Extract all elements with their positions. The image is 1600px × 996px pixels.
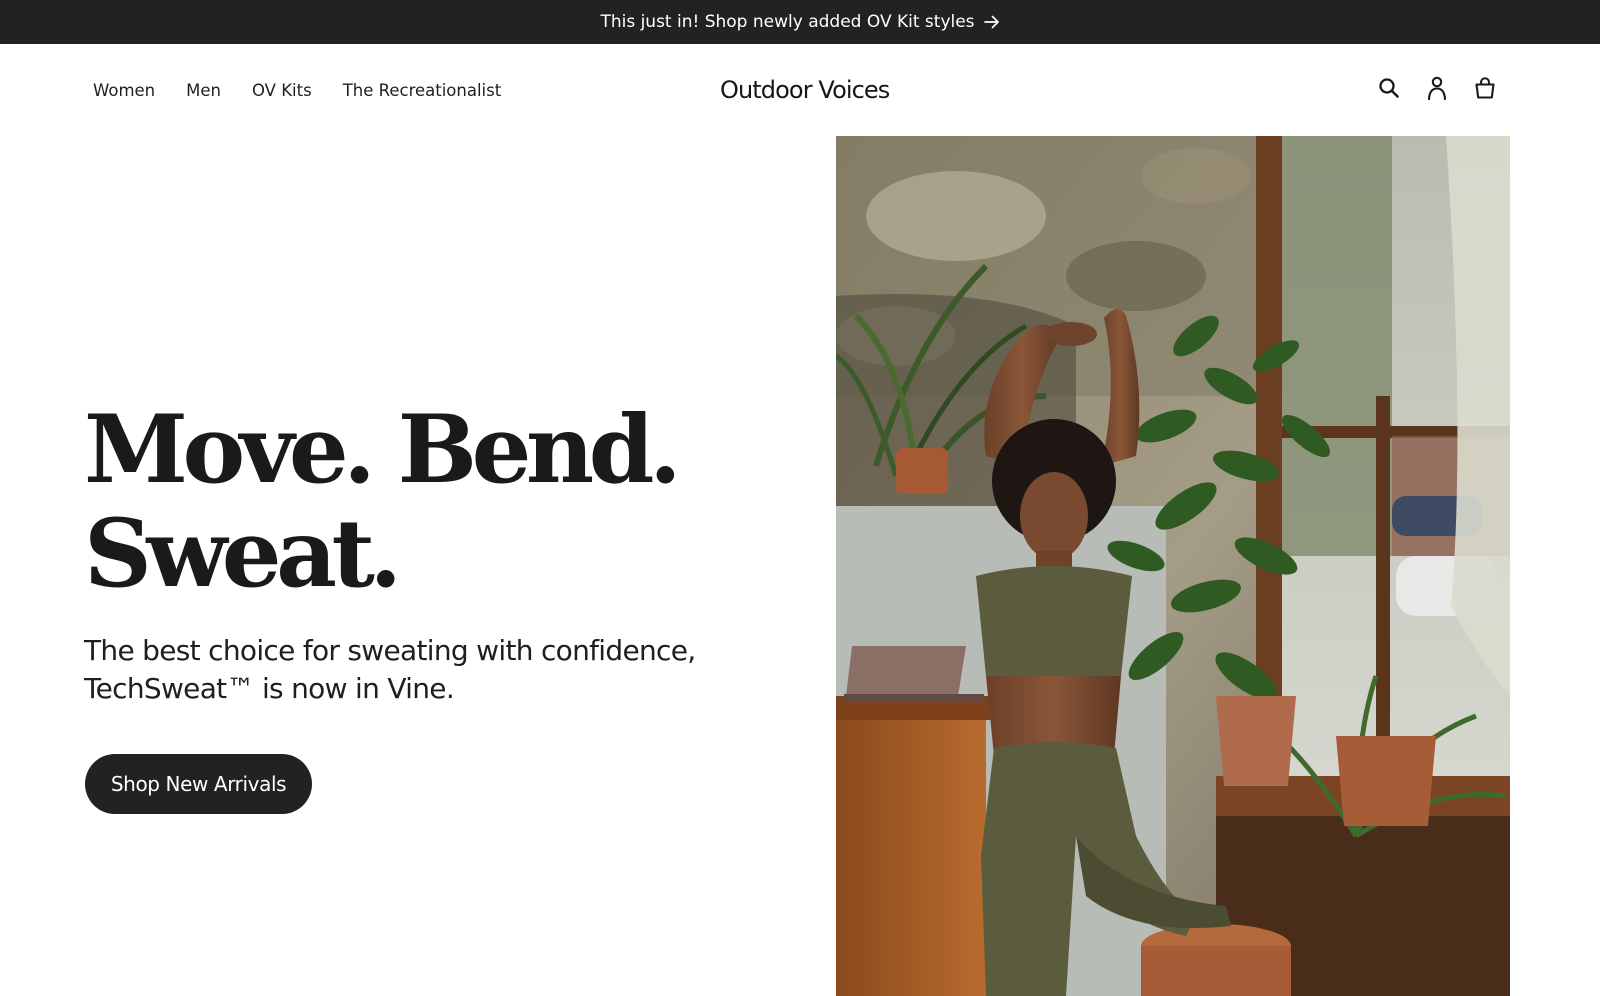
hero-headline-line-1: Move. Bend. bbox=[84, 395, 682, 505]
header-icons bbox=[1354, 44, 1498, 136]
shopping-bag-icon bbox=[1474, 76, 1496, 105]
hero-image bbox=[836, 136, 1510, 996]
announcement-text[interactable]: This just in! Shop newly added OV Kit st… bbox=[600, 12, 974, 32]
shop-new-arrivals-button[interactable]: Shop New Arrivals bbox=[85, 754, 312, 814]
announcement-bar[interactable]: This just in! Shop newly added OV Kit st… bbox=[0, 0, 1600, 44]
nav-item-ov-kits[interactable]: OV Kits bbox=[252, 81, 312, 100]
hero-subheadline-line-2: TechSweat™ is now in Vine. bbox=[84, 672, 455, 705]
site-header: Women Men OV Kits The Recreationalist Ou… bbox=[0, 44, 1600, 136]
main-nav: Women Men OV Kits The Recreationalist bbox=[93, 44, 532, 136]
hero-headline: Move. Bend. Sweat. bbox=[84, 395, 682, 609]
nav-item-the-recreationalist[interactable]: The Recreationalist bbox=[343, 81, 502, 100]
nav-item-women[interactable]: Women bbox=[93, 81, 155, 100]
account-icon bbox=[1427, 76, 1447, 105]
cart-button[interactable] bbox=[1472, 76, 1498, 105]
hero-subheadline: The best choice for sweating with confid… bbox=[84, 632, 724, 708]
account-button[interactable] bbox=[1424, 76, 1450, 105]
search-button[interactable] bbox=[1376, 77, 1402, 103]
nav-item-men[interactable]: Men bbox=[186, 81, 221, 100]
hero-headline-line-2: Sweat. bbox=[84, 499, 402, 609]
arrow-right-icon bbox=[983, 15, 1000, 29]
search-icon bbox=[1378, 77, 1400, 104]
hero-subheadline-line-1: The best choice for sweating with confid… bbox=[84, 634, 696, 667]
brand-logo[interactable]: Outdoor Voices bbox=[720, 44, 890, 136]
